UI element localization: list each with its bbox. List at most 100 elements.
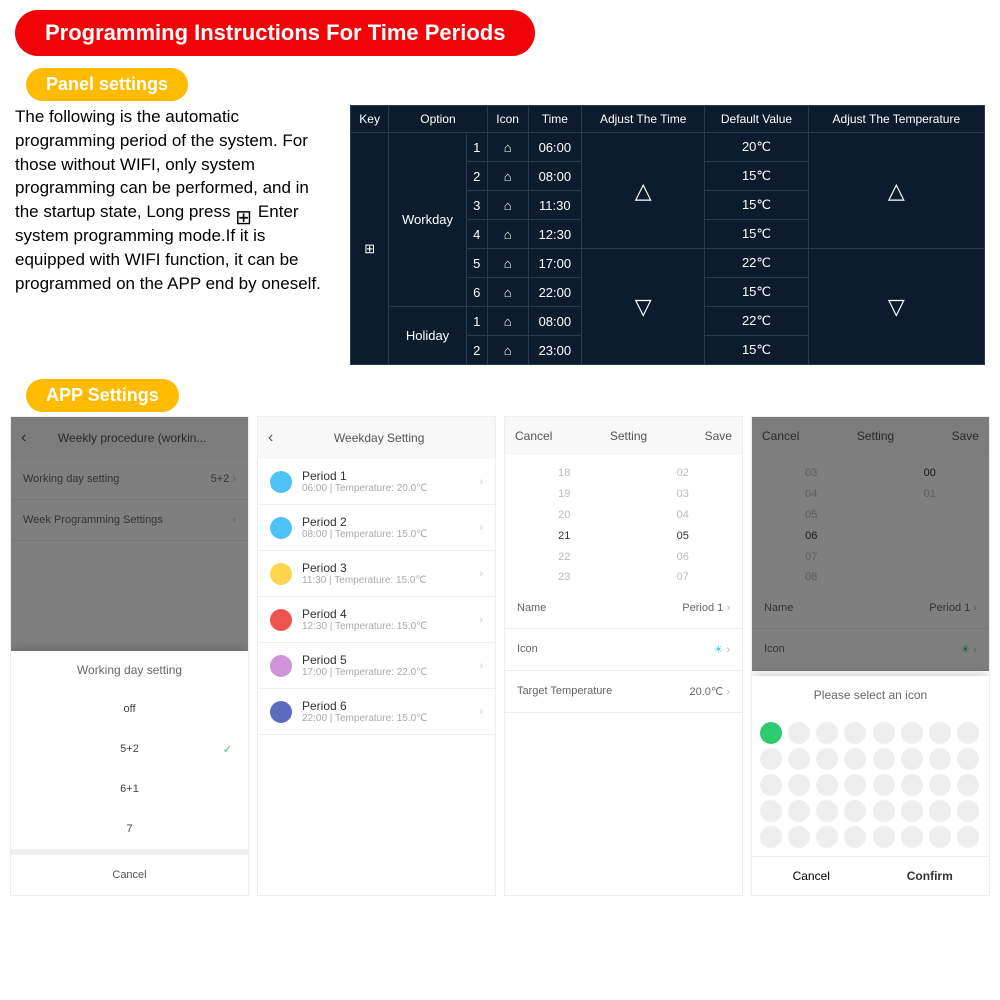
- row-name[interactable]: NamePeriod 1 ›: [752, 588, 989, 629]
- save-button[interactable]: Save: [952, 429, 979, 443]
- picker-value[interactable]: 01: [871, 484, 990, 505]
- sheet-confirm-button[interactable]: Confirm: [871, 857, 990, 895]
- sheet-cancel-button[interactable]: Cancel: [11, 849, 248, 895]
- sheet-option[interactable]: off: [11, 689, 248, 729]
- icon-option[interactable]: [760, 826, 782, 848]
- row-n: 3: [466, 191, 487, 220]
- list-row-working-day[interactable]: Working day setting5+2 ›: [11, 459, 248, 500]
- picker-value[interactable]: 23: [505, 567, 624, 588]
- time-picker[interactable]: 030405060708 0001: [752, 455, 989, 588]
- sheet-option[interactable]: 7: [11, 809, 248, 849]
- bottom-sheet: Working day setting off5+26+17 Cancel: [11, 651, 248, 895]
- picker-value[interactable]: 05: [752, 505, 871, 526]
- period-item[interactable]: Period 622:00 | Temperature: 15.0℃›: [258, 689, 495, 735]
- th-time: Time: [528, 106, 582, 133]
- icon-option[interactable]: [788, 774, 810, 796]
- icon-option[interactable]: [844, 800, 866, 822]
- icon-option[interactable]: [957, 800, 979, 822]
- time-down-icon[interactable]: ▽: [582, 249, 705, 365]
- picker-value[interactable]: 08: [752, 567, 871, 588]
- row-icon[interactable]: Icon☀ ›: [505, 629, 742, 671]
- icon-option[interactable]: [788, 748, 810, 770]
- icon-option[interactable]: [957, 774, 979, 796]
- icon-option[interactable]: [901, 826, 923, 848]
- temp-down-icon[interactable]: ▽: [808, 249, 984, 365]
- row-target-temp[interactable]: Target Temperature20.0℃ ›: [505, 671, 742, 713]
- save-button[interactable]: Save: [705, 429, 732, 443]
- icon-option[interactable]: [901, 774, 923, 796]
- picker-value[interactable]: 05: [624, 526, 743, 547]
- icon-option[interactable]: [788, 722, 810, 744]
- picker-value[interactable]: 00: [871, 463, 990, 484]
- sheet-option[interactable]: 5+2: [11, 729, 248, 769]
- cancel-button[interactable]: Cancel: [762, 429, 799, 443]
- period-item[interactable]: Period 517:00 | Temperature: 22.0℃›: [258, 643, 495, 689]
- icon-option[interactable]: [901, 800, 923, 822]
- icon-option[interactable]: [816, 748, 838, 770]
- icon-option[interactable]: [816, 826, 838, 848]
- row-value: Period 1: [682, 602, 723, 614]
- back-icon[interactable]: ‹: [268, 429, 273, 447]
- sheet-cancel-button[interactable]: Cancel: [752, 857, 871, 895]
- icon-option[interactable]: [901, 722, 923, 744]
- picker-value[interactable]: 06: [752, 526, 871, 547]
- picker-value[interactable]: 02: [624, 463, 743, 484]
- icon-option[interactable]: [957, 748, 979, 770]
- list-row-week-programming[interactable]: Week Programming Settings›: [11, 500, 248, 541]
- picker-value[interactable]: 07: [624, 567, 743, 588]
- icon-option[interactable]: [760, 748, 782, 770]
- picker-value[interactable]: 03: [624, 484, 743, 505]
- icon-option[interactable]: [816, 800, 838, 822]
- icon-option[interactable]: [929, 800, 951, 822]
- time-up-icon[interactable]: △: [582, 133, 705, 249]
- cancel-button[interactable]: Cancel: [515, 429, 552, 443]
- icon-option[interactable]: [929, 722, 951, 744]
- period-item[interactable]: Period 106:00 | Temperature: 20.0℃›: [258, 459, 495, 505]
- icon-option[interactable]: [929, 748, 951, 770]
- picker-value[interactable]: 19: [505, 484, 624, 505]
- picker-value[interactable]: 20: [505, 505, 624, 526]
- icon-option[interactable]: [844, 748, 866, 770]
- icon-option[interactable]: [788, 826, 810, 848]
- period-item[interactable]: Period 412:30 | Temperature: 15.0℃›: [258, 597, 495, 643]
- period-icon: [270, 471, 292, 493]
- temp-up-icon[interactable]: △: [808, 133, 984, 249]
- picker-value[interactable]: 06: [624, 547, 743, 568]
- row-icon[interactable]: Icon☀ ›: [752, 629, 989, 671]
- picker-value[interactable]: 03: [752, 463, 871, 484]
- row-label: Name: [764, 602, 793, 614]
- sheet-option[interactable]: 6+1: [11, 769, 248, 809]
- picker-value[interactable]: 07: [752, 547, 871, 568]
- icon-option[interactable]: [873, 800, 895, 822]
- icon-option[interactable]: [844, 722, 866, 744]
- icon-option[interactable]: [873, 722, 895, 744]
- icon-option[interactable]: [873, 826, 895, 848]
- icon-option[interactable]: [873, 774, 895, 796]
- icon-option[interactable]: [901, 748, 923, 770]
- icon-option[interactable]: [760, 800, 782, 822]
- sheet-title: Please select an icon: [752, 676, 989, 714]
- period-item[interactable]: Period 208:00 | Temperature: 15.0℃›: [258, 505, 495, 551]
- row-name[interactable]: NamePeriod 1 ›: [505, 588, 742, 629]
- back-icon[interactable]: ‹: [21, 429, 26, 447]
- icon-option[interactable]: [760, 722, 782, 744]
- icon-option[interactable]: [760, 774, 782, 796]
- icon-option[interactable]: [929, 774, 951, 796]
- icon-option[interactable]: [844, 826, 866, 848]
- icon-option[interactable]: [957, 826, 979, 848]
- icon-option[interactable]: [844, 774, 866, 796]
- icon-option[interactable]: [816, 774, 838, 796]
- picker-value[interactable]: 04: [752, 484, 871, 505]
- picker-value[interactable]: 04: [624, 505, 743, 526]
- time-picker[interactable]: 181920212223 020304050607: [505, 455, 742, 588]
- picker-value[interactable]: 21: [505, 526, 624, 547]
- icon-option[interactable]: [816, 722, 838, 744]
- th-icon: Icon: [487, 106, 528, 133]
- picker-value[interactable]: 18: [505, 463, 624, 484]
- icon-option[interactable]: [957, 722, 979, 744]
- picker-value[interactable]: 22: [505, 547, 624, 568]
- icon-option[interactable]: [788, 800, 810, 822]
- icon-option[interactable]: [929, 826, 951, 848]
- period-item[interactable]: Period 311:30 | Temperature: 15.0℃›: [258, 551, 495, 597]
- icon-option[interactable]: [873, 748, 895, 770]
